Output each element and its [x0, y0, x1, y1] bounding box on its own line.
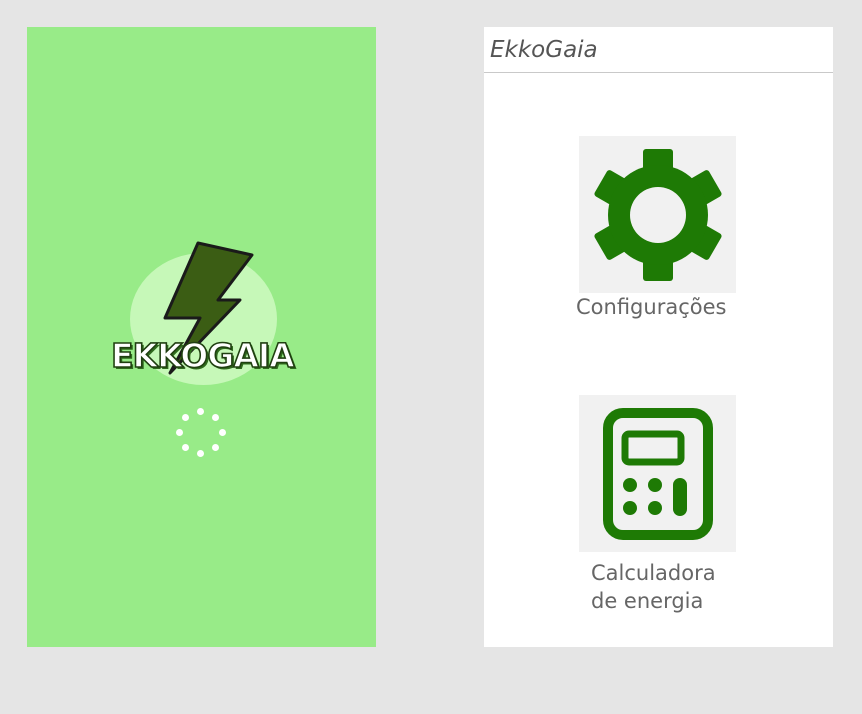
splash-screen: EKKOGAIA	[27, 27, 376, 647]
energy-calculator-button[interactable]	[579, 395, 736, 552]
settings-button[interactable]	[579, 136, 736, 293]
energy-calculator-label-line1: Calculadora	[591, 561, 716, 585]
app-title: EkkoGaia	[490, 36, 598, 63]
loading-spinner	[175, 408, 227, 460]
calculator-icon	[602, 407, 713, 540]
home-screen: EkkoGaia Configurações Calculadora de en…	[484, 27, 833, 647]
energy-calculator-label-line2: de energia	[591, 589, 704, 613]
gear-icon	[593, 148, 722, 281]
energy-calculator-label[interactable]: Calculadora de energia	[591, 559, 811, 615]
app-logo-text: EKKOGAIA	[110, 335, 295, 376]
app-header: EkkoGaia	[484, 27, 833, 73]
settings-label[interactable]: Configurações	[576, 293, 726, 321]
